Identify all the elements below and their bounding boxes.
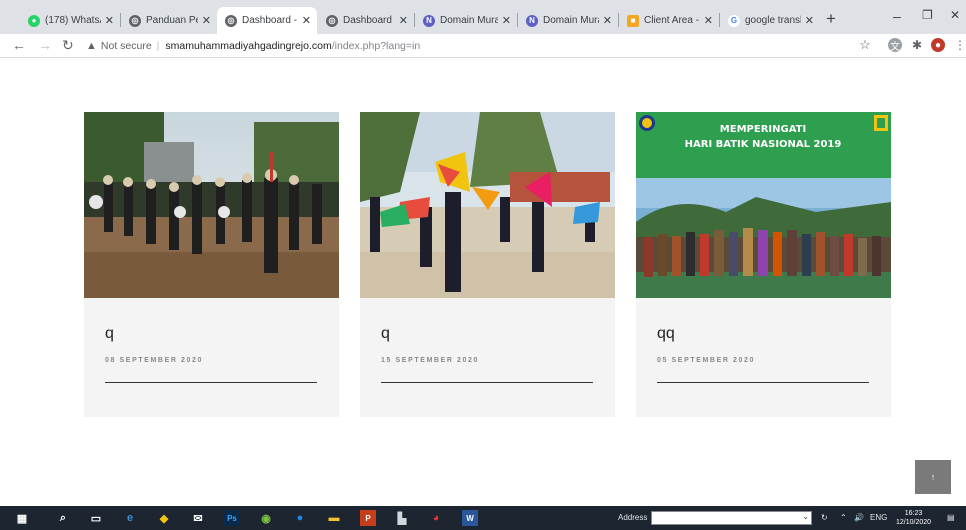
address-bar: ← → ↻ ▲ Not secure | smamuhammadiyahgadi… [0,34,966,58]
tab-dashboard-admin[interactable]: ◎ Dashboard | A ✕ [318,7,414,34]
tab-client-area[interactable]: ■ Client Area - A ✕ [619,7,719,34]
language-indicator[interactable]: ENG [870,513,887,522]
post-title[interactable]: q [105,325,114,343]
windows-start-icon[interactable]: ▦ [14,510,30,526]
close-icon[interactable]: ✕ [603,14,612,27]
niagahoster-icon: N [526,14,538,27]
close-icon[interactable]: ✕ [302,14,311,27]
divider [657,382,869,383]
star-icon[interactable]: ☆ [858,37,872,52]
site-icon: ◎ [326,14,338,27]
post-card[interactable]: q 15 SEPTEMBER 2020 [360,112,615,417]
scroll-to-top-button[interactable]: ↑ [915,460,951,494]
niagahoster-icon: N [423,14,435,27]
mail-icon[interactable]: ✉ [190,510,206,526]
chevron-up-icon[interactable]: ⌃ [840,513,847,522]
volume-icon[interactable]: 🔊 [854,513,864,522]
banner-line2: HARI BATIK NASIONAL 2019 [685,139,842,150]
minimize-button[interactable]: – [893,8,901,24]
divider [105,382,317,383]
batik-day-banner[interactable]: MEMPERINGATI HARI BATIK NASIONAL 2019 [636,112,891,298]
task-view-icon[interactable]: ▭ [88,510,104,526]
post-title[interactable]: qq [657,325,675,343]
whatsapp-icon: ● [28,14,40,27]
post-title[interactable]: q [381,325,390,343]
app-icon[interactable]: ● [292,510,308,526]
marching-band-photo[interactable] [84,112,339,298]
app-icon[interactable]: ▙ [394,510,410,526]
banner-line1: MEMPERINGATI [720,124,806,135]
store-icon[interactable]: ◆ [156,510,172,526]
close-icon[interactable]: ✕ [105,14,114,27]
url-path: /index.php?lang=in [331,40,421,52]
post-date: 15 SEPTEMBER 2020 [381,357,480,364]
profile-avatar[interactable]: ● [931,38,945,52]
notification-icon[interactable]: ▤ [947,513,955,522]
word-icon[interactable]: W [462,510,478,526]
url-host: smamuhammadiyahgadingrejo.com [165,40,332,52]
close-icon[interactable]: ✕ [805,14,814,27]
address-toolbar-label: Address [618,513,648,522]
clock[interactable]: 16:23 12/10/2020 [896,509,931,527]
maximize-button[interactable]: ❐ [922,8,933,22]
client-area-icon: ■ [627,14,639,27]
forward-arrow-icon[interactable]: → [38,37,52,53]
tab-domain-1[interactable]: N Domain Mura ✕ [415,7,517,34]
address-toolbar-input[interactable]: ⌄ [651,511,812,525]
photoshop-icon[interactable]: Ps [224,510,240,526]
refresh-icon[interactable]: ↻ [821,513,828,522]
post-date: 05 SEPTEMBER 2020 [657,357,756,364]
menu-dots-icon[interactable]: ⋮ [953,38,966,52]
close-icon[interactable]: ✕ [704,14,713,27]
close-icon[interactable]: ✕ [502,14,511,27]
post-date: 08 SEPTEMBER 2020 [105,357,204,364]
tab-panduan[interactable]: ◎ Panduan Peng ✕ [121,7,217,34]
site-icon: ◎ [129,14,141,27]
app-icon[interactable]: ◉ [258,510,274,526]
new-tab-button[interactable]: + [826,9,836,29]
tab-whatsapp[interactable]: ● (178) WhatsAp ✕ [20,7,120,34]
site-icon: ◎ [225,14,237,27]
chevron-down-icon[interactable]: ⌄ [802,512,809,521]
chrome-icon[interactable]: ◕ [428,510,444,526]
edge-icon[interactable]: e [122,510,138,526]
close-icon[interactable]: ✕ [202,14,211,27]
close-icon[interactable]: ✕ [399,14,408,27]
puzzle-extension-icon[interactable]: ✱ [910,38,924,52]
reload-icon[interactable]: ↻ [62,37,74,54]
post-card[interactable]: q 08 SEPTEMBER 2020 [84,112,339,417]
tab-domain-2[interactable]: N Domain Mura ✕ [518,7,618,34]
browser-tab-bar: ● (178) WhatsAp ✕ ◎ Panduan Peng ✕ ◎ Das… [0,0,966,34]
tab-google-translate[interactable]: G google transla ✕ [720,7,820,34]
folder-icon[interactable]: ▬ [326,510,342,526]
flag-dance-photo[interactable] [360,112,615,298]
post-card[interactable]: MEMPERINGATI HARI BATIK NASIONAL 2019 qq… [636,112,891,417]
translate-extension-icon[interactable]: 文 [888,38,902,53]
powerpoint-icon[interactable]: P [360,510,376,526]
close-window-button[interactable]: ✕ [950,8,960,22]
search-icon[interactable]: ⌕ [55,510,71,526]
google-icon: G [728,14,740,27]
back-arrow-icon[interactable]: ← [12,37,26,53]
tab-dashboard-active[interactable]: ◎ Dashboard - S ✕ [217,7,317,34]
warning-icon: ▲ [86,40,97,52]
divider [381,382,593,383]
url-field[interactable]: ▲ Not secure | smamuhammadiyahgadingrejo… [86,35,876,57]
windows-taskbar: ▦ ⌕ ▭ e ◆ ✉ Ps ◉ ● ▬ P ▙ ◕ W Address ⌄ ↻… [0,506,966,530]
